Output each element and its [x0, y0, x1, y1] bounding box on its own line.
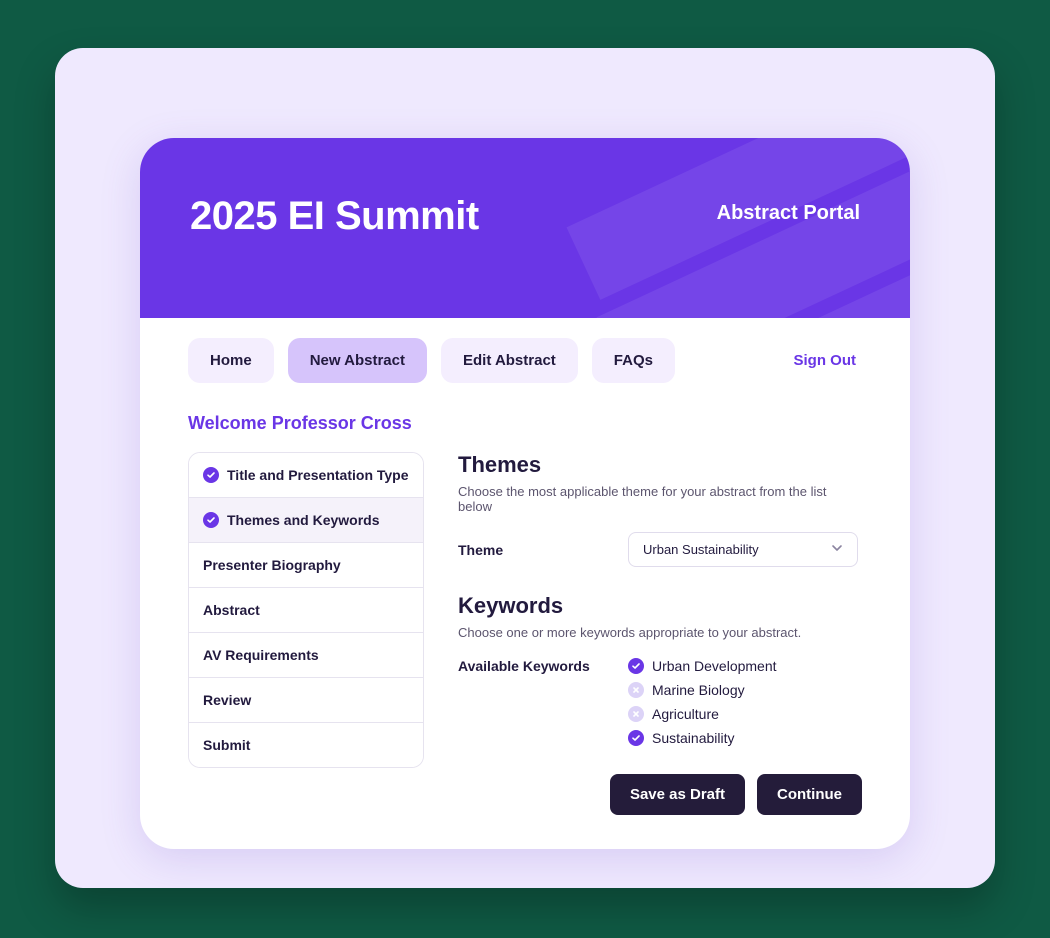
welcome-message: Welcome Professor Cross [140, 395, 910, 452]
step-presenter-bio[interactable]: Presenter Biography [189, 543, 423, 588]
save-draft-button[interactable]: Save as Draft [610, 774, 745, 815]
continue-button[interactable]: Continue [757, 774, 862, 815]
step-label: Abstract [203, 602, 260, 618]
step-label: Presenter Biography [203, 557, 341, 573]
keyword-marine-biology[interactable]: Marine Biology [628, 682, 777, 698]
step-list: Title and Presentation Type Themes and K… [188, 452, 424, 768]
keyword-label: Urban Development [652, 658, 777, 674]
x-icon [628, 706, 644, 722]
step-abstract[interactable]: Abstract [189, 588, 423, 633]
themes-hint: Choose the most applicable theme for you… [458, 484, 862, 514]
action-buttons: Save as Draft Continue [458, 774, 862, 815]
theme-field-row: Theme Urban Sustainability [458, 532, 862, 567]
keyword-label: Sustainability [652, 730, 735, 746]
chevron-down-icon [831, 542, 843, 557]
step-themes-keywords[interactable]: Themes and Keywords [189, 498, 423, 543]
keyword-sustainability[interactable]: Sustainability [628, 730, 777, 746]
check-icon [628, 658, 644, 674]
nav-tab-faqs[interactable]: FAQs [592, 338, 675, 383]
theme-select[interactable]: Urban Sustainability [628, 532, 858, 567]
theme-field-label: Theme [458, 542, 608, 558]
main-nav: Home New Abstract Edit Abstract FAQs Sig… [140, 318, 910, 395]
app-window: 2025 EI Summit Abstract Portal Home New … [140, 138, 910, 849]
backdrop-card: 2025 EI Summit Abstract Portal Home New … [55, 48, 995, 888]
step-label: Submit [203, 737, 250, 753]
nav-tab-new-abstract[interactable]: New Abstract [288, 338, 427, 383]
keywords-list: Urban Development Marine Biology [628, 658, 777, 746]
keywords-heading: Keywords [458, 593, 862, 619]
nav-tab-edit-abstract[interactable]: Edit Abstract [441, 338, 578, 383]
keywords-field-label: Available Keywords [458, 658, 608, 674]
form-area: Themes Choose the most applicable theme … [458, 452, 862, 815]
keyword-agriculture[interactable]: Agriculture [628, 706, 777, 722]
check-icon [628, 730, 644, 746]
keywords-field-row: Available Keywords Urban Development [458, 658, 862, 746]
step-label: Title and Presentation Type [227, 467, 409, 483]
check-icon [203, 512, 219, 528]
nav-tab-home[interactable]: Home [188, 338, 274, 383]
step-av-requirements[interactable]: AV Requirements [189, 633, 423, 678]
step-label: Review [203, 692, 251, 708]
check-icon [203, 467, 219, 483]
keyword-urban-development[interactable]: Urban Development [628, 658, 777, 674]
step-title-type[interactable]: Title and Presentation Type [189, 453, 423, 498]
themes-heading: Themes [458, 452, 862, 478]
keyword-label: Marine Biology [652, 682, 745, 698]
banner: 2025 EI Summit Abstract Portal [140, 138, 910, 318]
banner-title: 2025 EI Summit [190, 194, 479, 239]
theme-select-value: Urban Sustainability [643, 542, 759, 557]
banner-subtitle: Abstract Portal [717, 202, 860, 225]
step-submit[interactable]: Submit [189, 723, 423, 767]
x-icon [628, 682, 644, 698]
keyword-label: Agriculture [652, 706, 719, 722]
step-label: AV Requirements [203, 647, 319, 663]
step-review[interactable]: Review [189, 678, 423, 723]
sign-out-link[interactable]: Sign Out [794, 352, 863, 369]
keywords-hint: Choose one or more keywords appropriate … [458, 625, 862, 640]
step-label: Themes and Keywords [227, 512, 380, 528]
